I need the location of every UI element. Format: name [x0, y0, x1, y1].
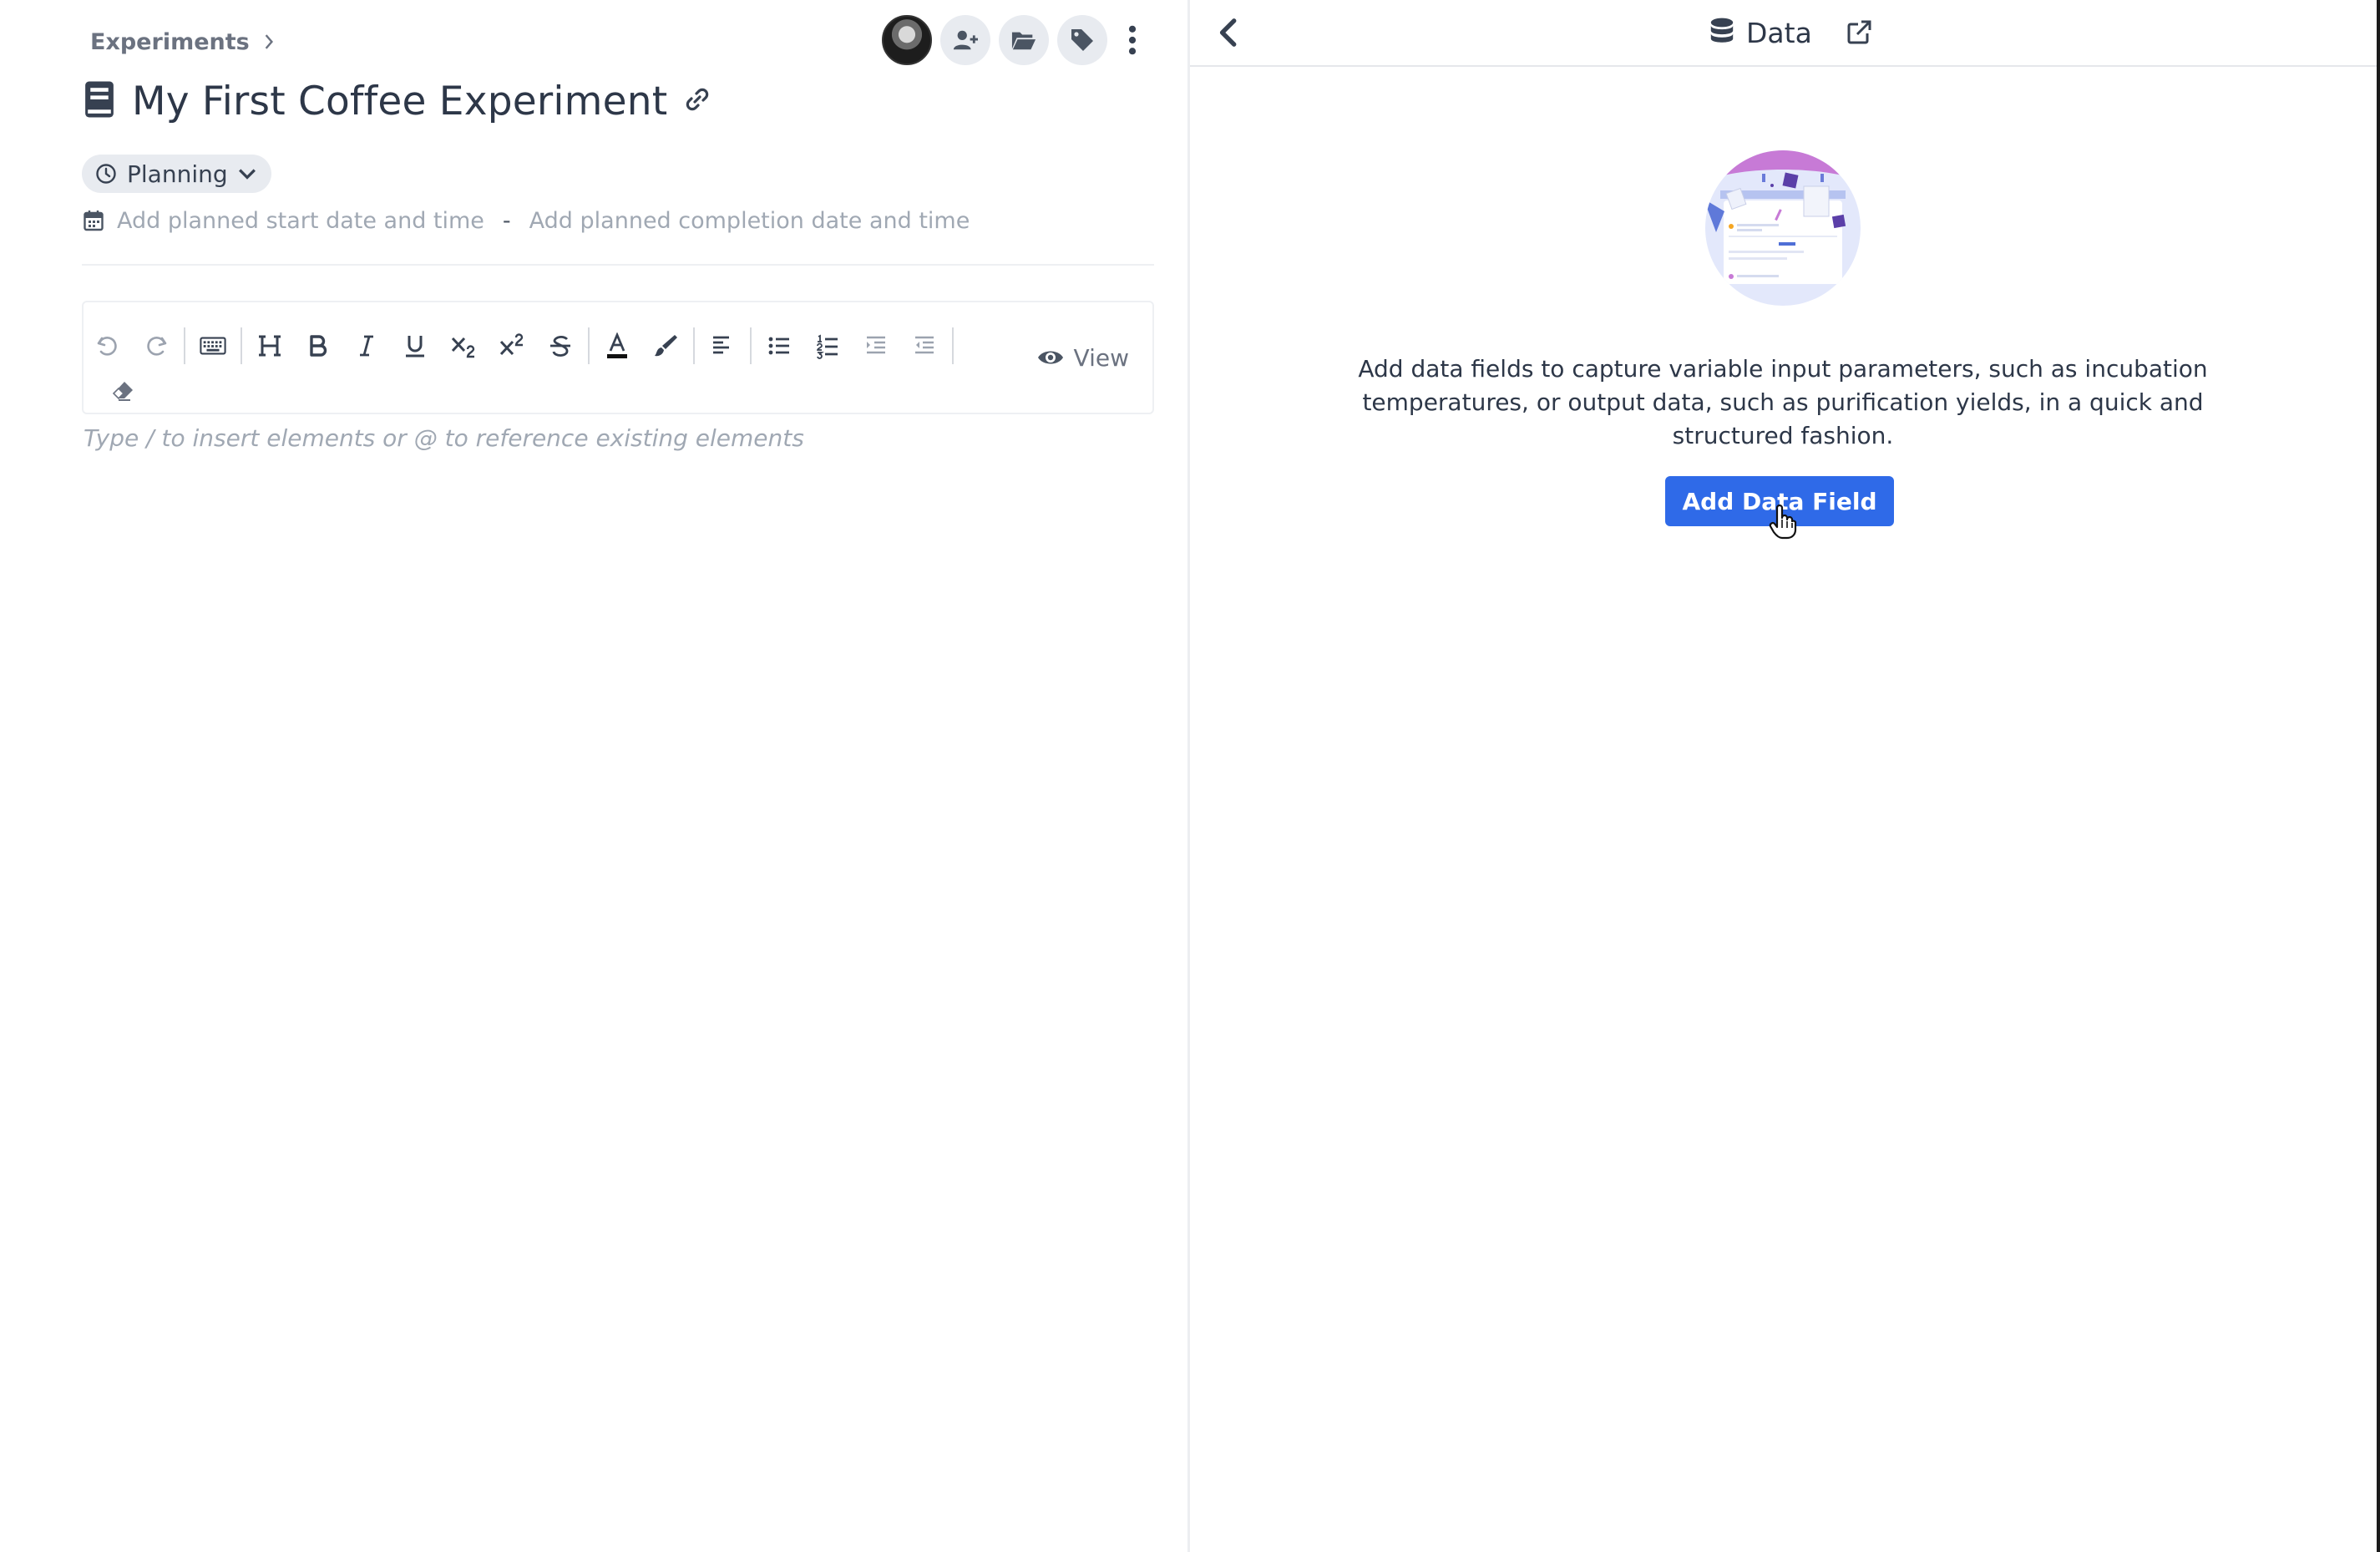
clear-format-button[interactable]: [99, 373, 147, 409]
external-link-icon: [1847, 20, 1871, 44]
data-panel-title: Data: [1709, 12, 1812, 53]
eraser-icon: [112, 382, 133, 401]
tags-button[interactable]: [1057, 15, 1107, 65]
heading-icon: [259, 335, 281, 357]
breadcrumb-experiments[interactable]: Experiments: [90, 29, 250, 55]
bullet-list-button[interactable]: [755, 319, 803, 373]
more-vertical-icon: [1128, 25, 1137, 55]
toolbar-separator: [750, 327, 752, 364]
toolbar-separator: [952, 327, 954, 364]
strikethrough-button[interactable]: [536, 319, 585, 373]
undo-button[interactable]: [84, 319, 132, 373]
divider: [82, 264, 1154, 266]
window-edge: [2377, 0, 2380, 1552]
hand-pointer-cursor-icon: [1769, 505, 1797, 540]
data-title: Data: [1746, 16, 1812, 49]
user-avatar[interactable]: [882, 15, 932, 65]
toolbar-row: [84, 319, 957, 373]
header-actions: [882, 15, 1149, 65]
move-to-folder-button[interactable]: [999, 15, 1049, 65]
bold-button[interactable]: [294, 319, 342, 373]
underline-icon: [406, 336, 424, 358]
page-title[interactable]: My First Coffee Experiment: [132, 79, 667, 124]
date-separator: -: [502, 207, 511, 234]
align-left-button[interactable]: [698, 319, 747, 373]
superscript-button[interactable]: [488, 319, 536, 373]
add-member-button[interactable]: [940, 15, 990, 65]
tag-icon: [1071, 29, 1093, 51]
database-icon: [1710, 18, 1734, 43]
status-label: Planning: [127, 160, 228, 188]
indent-button[interactable]: [852, 319, 900, 373]
italic-icon: [360, 335, 373, 357]
empty-state-description: Add data fields to capture variable inpu…: [1358, 355, 2208, 449]
toolbar-separator: [588, 327, 590, 364]
folder-open-icon: [1011, 32, 1036, 50]
undo-icon: [97, 337, 117, 356]
view-label: View: [1073, 343, 1129, 372]
superscript-icon: [499, 333, 524, 356]
notebook-icon: [84, 80, 115, 122]
italic-button[interactable]: [342, 319, 391, 373]
text-color-button[interactable]: [593, 319, 641, 373]
toolbar-separator: [693, 327, 695, 364]
data-panel-header: Data: [1190, 0, 2377, 67]
redo-button[interactable]: [132, 319, 180, 373]
chevron-right-icon: [265, 34, 273, 49]
subscript-button[interactable]: [439, 319, 488, 373]
copy-link-button[interactable]: [684, 86, 711, 116]
indent-icon: [867, 336, 885, 354]
view-mode-button[interactable]: View: [1037, 339, 1129, 376]
title-row: My First Coffee Experiment: [84, 74, 711, 129]
status-dropdown[interactable]: Planning: [82, 155, 271, 193]
completion-date-input[interactable]: Add planned completion date and time: [529, 208, 970, 234]
heading-button[interactable]: [246, 319, 294, 373]
experiment-panel: Experiments My First Coffee Experiment P…: [0, 0, 1187, 1552]
highlight-icon: [655, 335, 677, 357]
chevron-left-icon: [1219, 18, 1237, 47]
keyboard-icon: [200, 337, 226, 355]
clock-icon: [96, 164, 116, 184]
align-left-icon: [713, 336, 729, 354]
add-user-icon: [953, 30, 978, 50]
breadcrumb[interactable]: Experiments: [90, 25, 276, 58]
eye-icon: [1037, 351, 1063, 364]
open-in-new-window-button[interactable]: [1841, 15, 1876, 50]
empty-data-illustration: [1705, 150, 1861, 306]
redo-icon: [147, 337, 167, 356]
toolbar-separator: [184, 327, 185, 364]
subscript-icon: [451, 337, 475, 358]
text-color-icon: [607, 332, 627, 358]
outdent-icon: [915, 336, 934, 354]
link-icon: [686, 88, 709, 111]
editor-placeholder[interactable]: Type / to insert elements or @ to refere…: [84, 424, 804, 452]
bullet-list-icon: [768, 337, 789, 355]
bold-icon: [310, 335, 327, 357]
planned-dates: Add planned start date and time - Add pl…: [84, 204, 970, 237]
collapse-panel-button[interactable]: [1207, 12, 1248, 53]
highlight-button[interactable]: [641, 319, 690, 373]
editor-toolbar: View: [82, 301, 1154, 414]
start-date-input[interactable]: Add planned start date and time: [117, 208, 484, 234]
strikethrough-icon: [550, 336, 570, 357]
outdent-button[interactable]: [900, 319, 949, 373]
chevron-down-icon: [238, 169, 256, 180]
underline-button[interactable]: [391, 319, 439, 373]
more-options-button[interactable]: [1116, 15, 1149, 65]
data-panel: Data Add data fields to capture variable…: [1190, 0, 2377, 1552]
numbered-list-icon: [817, 334, 838, 359]
toolbar-separator: [241, 327, 242, 364]
keyboard-shortcuts-button[interactable]: [189, 319, 237, 373]
calendar-icon: [84, 210, 104, 231]
numbered-list-button[interactable]: [803, 319, 852, 373]
